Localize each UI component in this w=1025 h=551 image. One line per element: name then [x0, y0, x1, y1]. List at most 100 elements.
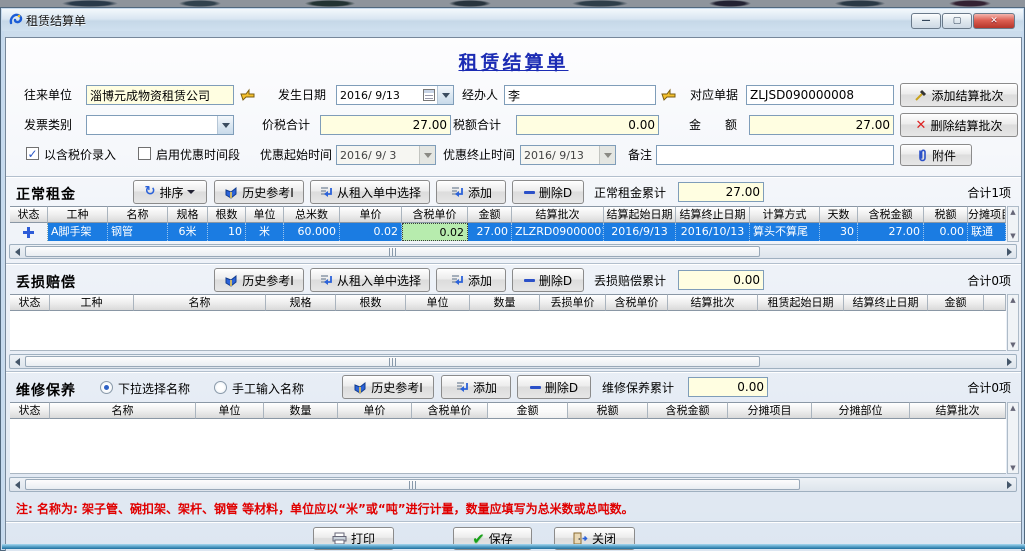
column-header-3[interactable]: 规格: [168, 206, 208, 223]
table-cell[interactable]: 10: [208, 223, 246, 241]
maint-horizontal-scrollbar[interactable]: [9, 477, 1017, 492]
rent-history-button[interactable]: 历史参考I: [214, 180, 304, 204]
title-bar[interactable]: 租赁结算单 — ▢ ✕: [2, 9, 1023, 31]
table-cell[interactable]: 0.00: [924, 223, 968, 241]
minimize-button[interactable]: —: [911, 13, 941, 29]
column-header-8[interactable]: 含税单价: [606, 294, 668, 311]
rent-add-button[interactable]: 添加: [436, 180, 506, 204]
column-header-16[interactable]: 税额: [924, 206, 968, 223]
table-cell[interactable]: A脚手架: [48, 223, 108, 241]
scroll-down-icon[interactable]: ▼: [1010, 464, 1015, 472]
column-header-9[interactable]: 结算批次: [668, 294, 758, 311]
sum-with-tax-input[interactable]: [320, 115, 451, 135]
column-header-4[interactable]: 单价: [338, 402, 412, 419]
column-header-14[interactable]: 天数: [820, 206, 858, 223]
table-cell[interactable]: 2016/9/13: [604, 223, 676, 241]
column-header-5[interactable]: 单位: [246, 206, 284, 223]
invoice-type-select[interactable]: [86, 115, 234, 135]
column-header-8[interactable]: 含税金额: [648, 402, 728, 419]
tax-entry-checkbox-label[interactable]: 以含税价录入: [44, 145, 116, 165]
discount-period-checkbox[interactable]: [138, 147, 151, 160]
column-header-7[interactable]: 单价: [340, 206, 402, 223]
doc-input[interactable]: [746, 85, 894, 105]
maint-total-input[interactable]: [688, 377, 768, 397]
maint-history-button[interactable]: 历史参考I: [342, 375, 434, 399]
scroll-left-arrow[interactable]: [10, 245, 24, 258]
handler-lookup-hand-icon[interactable]: [661, 88, 676, 101]
table-cell[interactable]: ZLZRD090000013: [512, 223, 604, 241]
column-header-0[interactable]: 状态: [10, 294, 50, 311]
column-header-13[interactable]: 计算方式: [750, 206, 820, 223]
close-button[interactable]: ✕: [973, 13, 1015, 29]
column-header-7[interactable]: 税额: [568, 402, 648, 419]
column-header-6[interactable]: 数量: [470, 294, 540, 311]
date-dropdown-arrow[interactable]: [437, 86, 453, 104]
table-cell[interactable]: 联通: [968, 223, 1006, 241]
table-cell[interactable]: 算头不算尾: [750, 223, 820, 241]
table-cell[interactable]: 6米: [168, 223, 208, 241]
column-header-4[interactable]: 根数: [208, 206, 246, 223]
scroll-down-icon[interactable]: ▼: [1010, 341, 1015, 349]
table-cell[interactable]: 27.00: [858, 223, 924, 241]
manual-name-radio[interactable]: [214, 381, 227, 394]
column-header-6[interactable]: 金额: [488, 402, 568, 419]
scroll-up-icon[interactable]: ▲: [1010, 208, 1015, 216]
dropdown-name-radio[interactable]: [100, 381, 113, 394]
column-header-2[interactable]: 名称: [108, 206, 168, 223]
loss-horizontal-scrollbar[interactable]: [9, 354, 1017, 369]
scroll-right-arrow[interactable]: [1002, 245, 1016, 258]
partner-lookup-hand-icon[interactable]: [240, 88, 255, 101]
rent-horizontal-scrollbar[interactable]: [9, 244, 1017, 259]
column-header-3[interactable]: 规格: [266, 294, 336, 311]
delete-batch-button[interactable]: ✕ 删除结算批次: [900, 113, 1018, 137]
loss-pick-button[interactable]: 从租入单中选择: [310, 268, 430, 292]
column-header-2[interactable]: 单位: [196, 402, 264, 419]
manual-name-radio-label[interactable]: 手工输入名称: [232, 379, 304, 399]
column-header-0[interactable]: 状态: [10, 402, 50, 419]
invoice-dropdown-arrow[interactable]: [217, 116, 233, 134]
table-cell[interactable]: 0.02: [340, 223, 402, 241]
scroll-right-arrow[interactable]: [1002, 478, 1016, 491]
column-header-9[interactable]: 金额: [468, 206, 512, 223]
column-header-11[interactable]: 结算终止日期: [844, 294, 928, 311]
column-header-2[interactable]: 名称: [134, 294, 266, 311]
column-header-12[interactable]: 结算终止日期: [676, 206, 750, 223]
table-cell[interactable]: 米: [246, 223, 284, 241]
table-cell[interactable]: 钢管: [108, 223, 168, 241]
loss-table-body[interactable]: [10, 311, 1006, 351]
dropdown-name-radio-label[interactable]: 下拉选择名称: [118, 379, 190, 399]
maint-add-button[interactable]: 添加: [441, 375, 511, 399]
scrollbar-thumb[interactable]: [25, 246, 760, 257]
partner-input[interactable]: [86, 85, 234, 105]
scroll-left-arrow[interactable]: [10, 355, 24, 368]
column-header-0[interactable]: 状态: [10, 206, 48, 223]
column-header-1[interactable]: 工种: [48, 206, 108, 223]
rent-sort-button[interactable]: ↻ 排序: [133, 180, 207, 204]
scrollbar-thumb[interactable]: [25, 479, 800, 490]
column-header-12[interactable]: 金额: [928, 294, 984, 311]
date-picker[interactable]: 2016/ 9/13: [336, 85, 454, 105]
column-header-8[interactable]: 含税单价: [402, 206, 468, 223]
loss-total-input[interactable]: [678, 270, 764, 290]
scroll-up-icon[interactable]: ▲: [1010, 296, 1015, 304]
tax-sum-input[interactable]: [516, 115, 659, 135]
column-header-4[interactable]: 根数: [336, 294, 406, 311]
maint-delete-button[interactable]: 删除D: [517, 375, 591, 399]
attachment-button[interactable]: 附件: [900, 144, 972, 166]
scroll-up-icon[interactable]: ▲: [1010, 404, 1015, 412]
column-header-1[interactable]: 工种: [50, 294, 134, 311]
table-row[interactable]: A脚手架钢管6米10米60.0000.020.0227.00ZLZRD09000…: [10, 223, 1006, 241]
table-cell[interactable]: 60.000: [284, 223, 340, 241]
amount-input[interactable]: [749, 115, 894, 135]
loss-vertical-scrollbar[interactable]: ▲▼: [1007, 294, 1019, 351]
table-cell[interactable]: 27.00: [468, 223, 512, 241]
rent-delete-button[interactable]: 删除D: [512, 180, 584, 204]
column-header-10[interactable]: 结算批次: [512, 206, 604, 223]
column-header-11[interactable]: 结算起始日期: [604, 206, 676, 223]
column-header-10[interactable]: 分摊部位: [812, 402, 910, 419]
maint-vertical-scrollbar[interactable]: ▲▼: [1007, 402, 1019, 474]
rent-vertical-scrollbar[interactable]: ▲▼: [1007, 206, 1019, 242]
loss-history-button[interactable]: 历史参考I: [214, 268, 304, 292]
column-header-5[interactable]: 单位: [406, 294, 470, 311]
column-header-10[interactable]: 租赁起始日期: [758, 294, 844, 311]
